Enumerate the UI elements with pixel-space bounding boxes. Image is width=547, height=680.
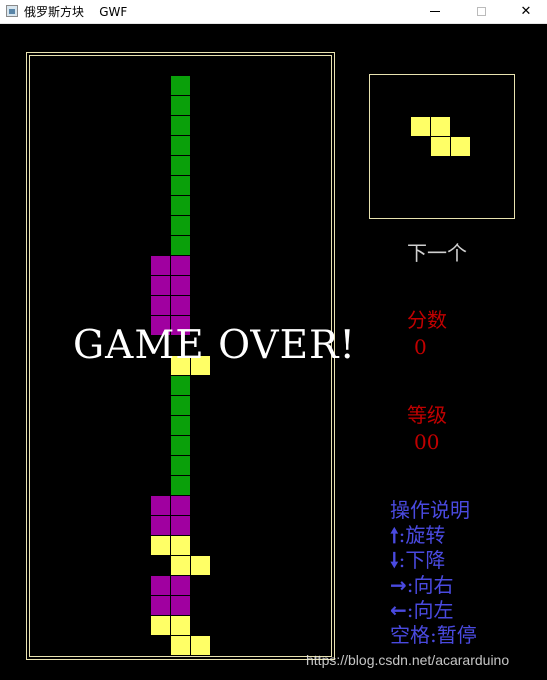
next-piece-label: 下一个 <box>407 241 467 265</box>
next-piece-block <box>411 117 430 136</box>
window-title: 俄罗斯方块 GWF <box>24 5 128 19</box>
maximize-icon <box>476 7 486 16</box>
level-label: 等级 <box>407 403 447 427</box>
board-block <box>171 596 190 615</box>
arrow-up-icon: 🠕 <box>390 523 399 547</box>
next-piece-block <box>451 137 470 156</box>
board-block <box>171 476 190 495</box>
board-block <box>151 496 170 515</box>
board-block <box>191 636 210 655</box>
next-piece-block <box>431 117 450 136</box>
board-block <box>171 276 190 295</box>
help-row-rotate: 🠕:旋转 <box>390 523 446 547</box>
board-block <box>171 76 190 95</box>
board-block <box>171 496 190 515</box>
score-value: 0 <box>414 335 427 359</box>
board-block <box>171 196 190 215</box>
board-block <box>171 516 190 535</box>
app-window-icon <box>6 5 18 17</box>
board-block <box>171 236 190 255</box>
board-block <box>151 576 170 595</box>
board-block <box>151 256 170 275</box>
arrow-down-icon: 🠗 <box>390 548 399 572</box>
level-value: 00 <box>414 430 440 454</box>
board-block <box>151 276 170 295</box>
watermark: https://blog.csdn.net/acararduino <box>306 652 510 668</box>
score-label: 分数 <box>407 308 447 332</box>
minimize-button[interactable] <box>412 0 458 23</box>
help-row-left: ←:向左 <box>390 598 454 622</box>
board-block <box>171 576 190 595</box>
help-row-right: →:向右 <box>390 573 454 597</box>
board-block <box>151 516 170 535</box>
board-block <box>191 556 210 575</box>
close-button[interactable]: ✕ <box>503 0 547 23</box>
board-block <box>151 296 170 315</box>
board-block <box>151 616 170 635</box>
board-block <box>171 96 190 115</box>
board-block <box>171 416 190 435</box>
board-block <box>151 596 170 615</box>
board-block <box>171 216 190 235</box>
board-block <box>171 116 190 135</box>
minimize-icon <box>430 11 440 12</box>
board-block <box>171 256 190 275</box>
help-row-pause: 空格:暂停 <box>390 623 477 647</box>
help-row-drop: 🠗:下降 <box>390 548 446 572</box>
controls-help: 操作说明 🠕:旋转 🠗:下降 →:向右 ←:向左 空格:暂停 <box>390 498 477 648</box>
game-over-text: GAME OVER! <box>73 323 357 368</box>
board-block <box>171 136 190 155</box>
board-block <box>171 556 190 575</box>
arrow-right-icon: → <box>390 573 407 597</box>
board-block <box>171 156 190 175</box>
board-block <box>171 296 190 315</box>
arrow-left-icon: ← <box>390 598 407 622</box>
board-block <box>171 456 190 475</box>
next-piece-block <box>431 137 450 156</box>
board-block <box>171 536 190 555</box>
close-icon: ✕ <box>520 4 532 19</box>
maximize-button[interactable] <box>458 0 504 23</box>
board-block <box>171 636 190 655</box>
board-block <box>171 376 190 395</box>
controls-help-title: 操作说明 <box>390 498 470 522</box>
board-block <box>171 176 190 195</box>
board-block <box>171 396 190 415</box>
window-titlebar: 俄罗斯方块 GWF ✕ <box>0 0 547 24</box>
board-block <box>171 616 190 635</box>
board-block <box>171 436 190 455</box>
board-block <box>151 536 170 555</box>
